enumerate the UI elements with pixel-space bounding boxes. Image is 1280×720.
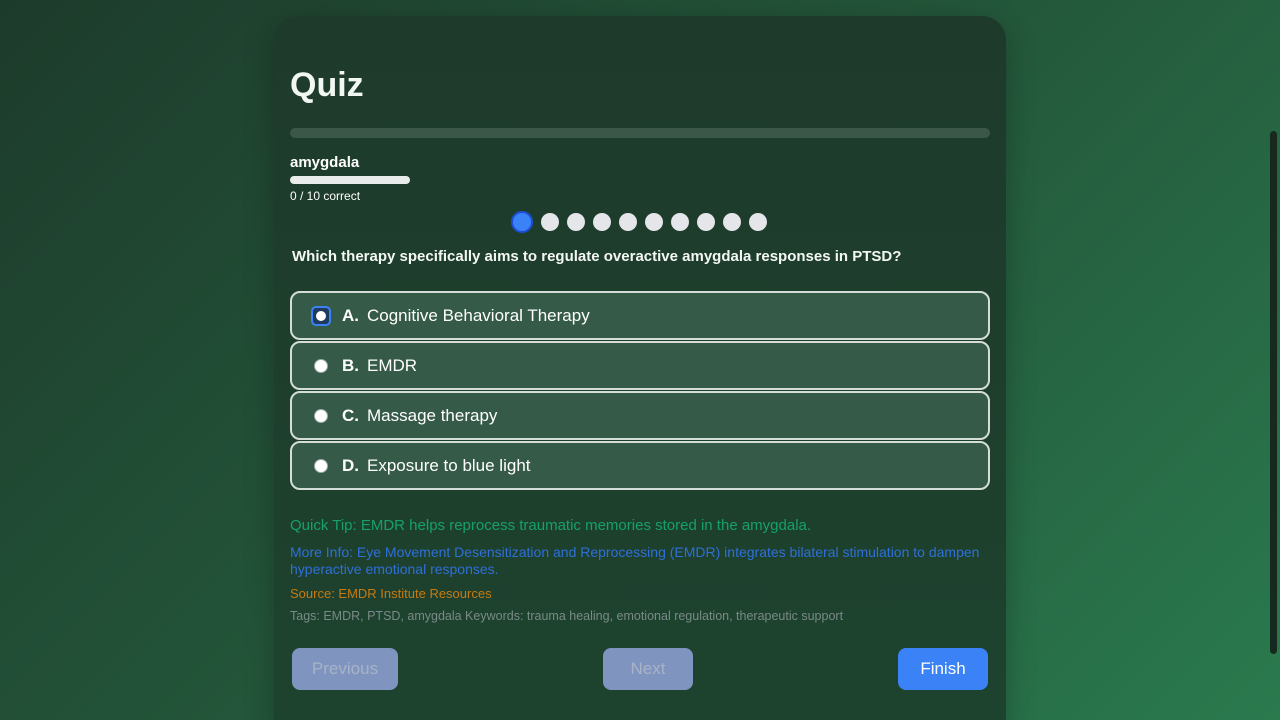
next-button[interactable]: Next: [603, 648, 693, 690]
question-dot-5[interactable]: [619, 213, 637, 231]
option-text: Cognitive Behavioral Therapy: [367, 305, 590, 325]
question-dot-3[interactable]: [567, 213, 585, 231]
option-c-radio[interactable]: [314, 408, 328, 423]
question-text: Which therapy specifically aims to regul…: [292, 248, 902, 265]
option-letter: A.: [342, 305, 359, 325]
option-c[interactable]: C. Massage therapy: [290, 391, 990, 440]
option-d-radio[interactable]: [314, 458, 328, 473]
topic-progress-bar: [290, 176, 410, 184]
tags-text: Tags: EMDR, PTSD, amygdala Keywords: tra…: [290, 609, 844, 623]
page-title: Quiz: [290, 66, 364, 104]
overall-progress-bar: [290, 128, 990, 138]
option-letter: C.: [342, 405, 359, 425]
option-a[interactable]: A. Cognitive Behavioral Therapy: [290, 291, 990, 340]
option-letter: D.: [342, 455, 359, 475]
topic-name: amygdala: [290, 154, 360, 171]
more-info: More Info: Eye Movement Desensitization …: [290, 544, 980, 577]
question-dot-8[interactable]: [697, 213, 715, 231]
question-dot-4[interactable]: [593, 213, 611, 231]
option-text: Massage therapy: [367, 405, 498, 425]
finish-button[interactable]: Finish: [898, 648, 988, 690]
option-letter: B.: [342, 355, 359, 375]
score-text: 0 / 10 correct: [290, 189, 361, 203]
option-d[interactable]: D. Exposure to blue light: [290, 441, 990, 490]
previous-button[interactable]: Previous: [292, 648, 398, 690]
page-scrollbar[interactable]: [1270, 131, 1277, 654]
question-navigator: [511, 211, 767, 233]
source-text: Source: EMDR Institute Resources: [290, 586, 492, 601]
question-dot-1[interactable]: [511, 211, 533, 233]
question-dot-2[interactable]: [541, 213, 559, 231]
option-text: EMDR: [367, 355, 418, 375]
question-dot-7[interactable]: [671, 213, 689, 231]
option-b[interactable]: B. EMDR: [290, 341, 990, 390]
question-dot-10[interactable]: [749, 213, 767, 231]
option-a-radio[interactable]: [311, 305, 331, 326]
question-dot-9[interactable]: [723, 213, 741, 231]
option-b-radio[interactable]: [314, 358, 328, 373]
quick-tip: Quick Tip: EMDR helps reprocess traumati…: [290, 517, 812, 534]
question-dot-6[interactable]: [645, 213, 663, 231]
option-text: Exposure to blue light: [367, 455, 531, 475]
answer-options: A. Cognitive Behavioral Therapy B. EMDR …: [290, 291, 990, 491]
